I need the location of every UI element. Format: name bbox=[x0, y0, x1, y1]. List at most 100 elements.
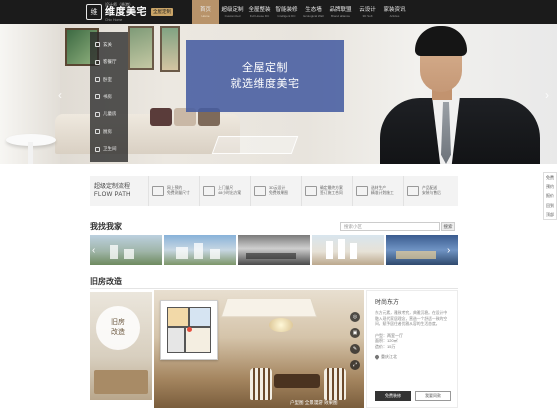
glass-table-image bbox=[211, 136, 299, 154]
nav-item[interactable]: 云设计 3D Soft bbox=[354, 0, 381, 24]
fullscreen-icon[interactable]: ⤢ bbox=[350, 360, 360, 370]
floorplan-thumbnail[interactable] bbox=[160, 300, 218, 360]
process-step-line2: 48小时出方案 bbox=[218, 191, 242, 195]
nav-item-label: 超级定制 bbox=[221, 6, 244, 13]
spokesperson-body bbox=[380, 98, 540, 164]
slogan-box: 全屋定制 就选维度美宅 bbox=[186, 40, 344, 112]
slogan-line-1: 全屋定制 bbox=[242, 62, 288, 74]
process-step: 3D云设计 免费效果图 bbox=[250, 176, 301, 206]
nav-item-label: 全屋整装 bbox=[248, 6, 271, 13]
free-decoration-button[interactable]: 免费装修 bbox=[375, 391, 411, 401]
logo-badge: 全屋定制 bbox=[151, 8, 173, 16]
nav-item[interactable]: 家装资讯 Articles bbox=[381, 0, 408, 24]
process-step-line2: 免费测量尺寸 bbox=[167, 191, 190, 195]
ceiling-image bbox=[220, 298, 318, 318]
community-search-input[interactable]: 搜索小区 bbox=[340, 222, 440, 231]
community-gallery bbox=[90, 235, 458, 265]
chandelier-image bbox=[269, 318, 293, 332]
case-description: 东方元素，雅致考究，典雅沉稳。在设计中融入现代家居理念，营造一个舒适一致的空间，… bbox=[375, 311, 448, 326]
old-house-label: 旧房 改造 bbox=[96, 306, 140, 350]
nav-item[interactable]: 全屋整装 Full House DC bbox=[246, 0, 273, 24]
community-thumb[interactable] bbox=[312, 235, 384, 265]
banner-prev-arrow-icon[interactable]: ‹ bbox=[58, 88, 62, 102]
float-bar-label[interactable]: 报价 bbox=[546, 193, 554, 198]
search-button[interactable]: 搜索 bbox=[441, 222, 455, 231]
nav-item-sub-label: Customized bbox=[224, 13, 241, 18]
nav-item[interactable]: 生态墙 Ecological Wall bbox=[300, 0, 327, 24]
process-step-line2: 签订施工合同 bbox=[320, 191, 343, 195]
room-category-label: 卧室 bbox=[103, 76, 112, 82]
room-category-item[interactable]: 厨房 bbox=[90, 129, 128, 135]
hero-banner: 玄关客餐厅卧室书房儿童房厨房卫生间 全屋定制 就选维度美宅 ‹ › bbox=[0, 24, 557, 164]
wall-painting-image bbox=[128, 26, 154, 70]
room-category-item[interactable]: 玄关 bbox=[90, 42, 128, 48]
house-icon bbox=[203, 186, 215, 196]
community-thumb[interactable] bbox=[90, 235, 162, 265]
nav-item[interactable]: 超级定制 Customized bbox=[219, 0, 246, 24]
old-bed-image bbox=[94, 370, 148, 394]
process-step: 上门量尺 48小时出方案 bbox=[199, 176, 250, 206]
gallery-prev-arrow-icon[interactable]: ‹ bbox=[92, 245, 95, 256]
old-house-image[interactable]: 旧房 改造 bbox=[90, 292, 152, 400]
renovation-title: 旧房改造 bbox=[90, 277, 122, 286]
process-title-cn: 超级定制流程 bbox=[94, 184, 131, 190]
room-category-icon bbox=[95, 77, 100, 83]
logo-name: 维度美宅 bbox=[105, 7, 147, 18]
process-step-text: 确定最终方案 签订施工合同 bbox=[320, 186, 343, 196]
site-logo[interactable]: 维 设计师（香港） 维度美宅 Chic Home 全屋定制 bbox=[86, 2, 173, 22]
cube-icon bbox=[254, 186, 266, 196]
room-category-item[interactable]: 书房 bbox=[90, 94, 128, 100]
float-bar-label[interactable]: 免费 bbox=[546, 175, 554, 180]
gallery-icon[interactable]: ▣ bbox=[350, 328, 360, 338]
room-category-menu: 玄关客餐厅卧室书房儿童房厨房卫生间 bbox=[90, 32, 128, 162]
same-style-button[interactable]: 我要同款 bbox=[415, 391, 451, 401]
process-step-text: 3D云设计 免费效果图 bbox=[269, 186, 288, 196]
section-divider bbox=[90, 288, 458, 289]
case-title: 时尚东方 bbox=[375, 300, 400, 306]
room-category-icon bbox=[95, 146, 100, 152]
nav-item-label: 家装资讯 bbox=[383, 6, 406, 13]
case-location-text: 重庆江北 bbox=[381, 354, 397, 359]
room-category-item[interactable]: 卧室 bbox=[90, 77, 128, 83]
process-step-text: 上门量尺 48小时出方案 bbox=[218, 186, 241, 196]
banner-next-arrow-icon[interactable]: › bbox=[545, 88, 549, 102]
process-step-text: 选材生产 精准计划施工 bbox=[371, 186, 394, 196]
dining-table-image bbox=[274, 374, 320, 388]
view-caption: 户型图 全景漫游 效果图 bbox=[290, 400, 338, 405]
room-category-item[interactable]: 客餐厅 bbox=[90, 59, 128, 65]
main-nav: 首页 Home 超级定制 Customized 全屋整装 Full House DC 智能装… bbox=[192, 0, 408, 24]
logo-text-group: 设计师（香港） 维度美宅 Chic Home bbox=[105, 2, 147, 22]
room-category-icon bbox=[95, 129, 100, 135]
room-category-item[interactable]: 儿童房 bbox=[90, 111, 128, 117]
nav-item-label: 云设计 bbox=[359, 6, 376, 13]
process-step: 网上预约 免费测量尺寸 bbox=[148, 176, 199, 206]
wall-painting-image bbox=[160, 26, 180, 72]
community-thumb[interactable] bbox=[238, 235, 310, 265]
room-category-label: 卫生间 bbox=[103, 146, 117, 152]
gallery-next-arrow-icon[interactable]: › bbox=[447, 245, 450, 256]
community-thumb[interactable] bbox=[164, 235, 236, 265]
nav-item[interactable]: 智能装修 Intelligent DC bbox=[273, 0, 300, 24]
room-category-icon bbox=[95, 94, 100, 100]
float-bar-label[interactable]: 顶部 bbox=[546, 212, 554, 217]
float-bar-label[interactable]: 回到 bbox=[546, 203, 554, 208]
nav-item-label: 首页 bbox=[199, 6, 211, 13]
nav-item-sub-label: 3D Soft bbox=[362, 13, 373, 18]
nav-item-sub-label: Articles bbox=[389, 13, 400, 18]
computer-icon bbox=[152, 186, 164, 196]
location-pin-icon bbox=[374, 354, 380, 360]
nav-item-sub-label: Home bbox=[201, 13, 210, 18]
case-location: 重庆江北 bbox=[374, 354, 449, 360]
page: 维 设计师（香港） 维度美宅 Chic Home 全屋定制 首页 Home 超级定制… bbox=[0, 0, 557, 410]
nav-item[interactable]: 品牌联盟 Brand alliance bbox=[327, 0, 354, 24]
room-category-label: 书房 bbox=[103, 93, 112, 99]
nav-item[interactable]: 首页 Home bbox=[192, 0, 219, 24]
chair-image bbox=[250, 368, 272, 400]
process-title: 超级定制流程 FLOW PATH bbox=[90, 183, 148, 199]
floating-sidebar[interactable]: 免费预约报价回到顶部 bbox=[543, 172, 557, 220]
panorama-icon[interactable]: ◎ bbox=[350, 312, 360, 322]
room-category-item[interactable]: 卫生间 bbox=[90, 146, 128, 152]
float-bar-label[interactable]: 预约 bbox=[546, 184, 554, 189]
process-step-text: 网上预约 免费测量尺寸 bbox=[167, 186, 190, 196]
edit-icon[interactable]: ✎ bbox=[350, 344, 360, 354]
